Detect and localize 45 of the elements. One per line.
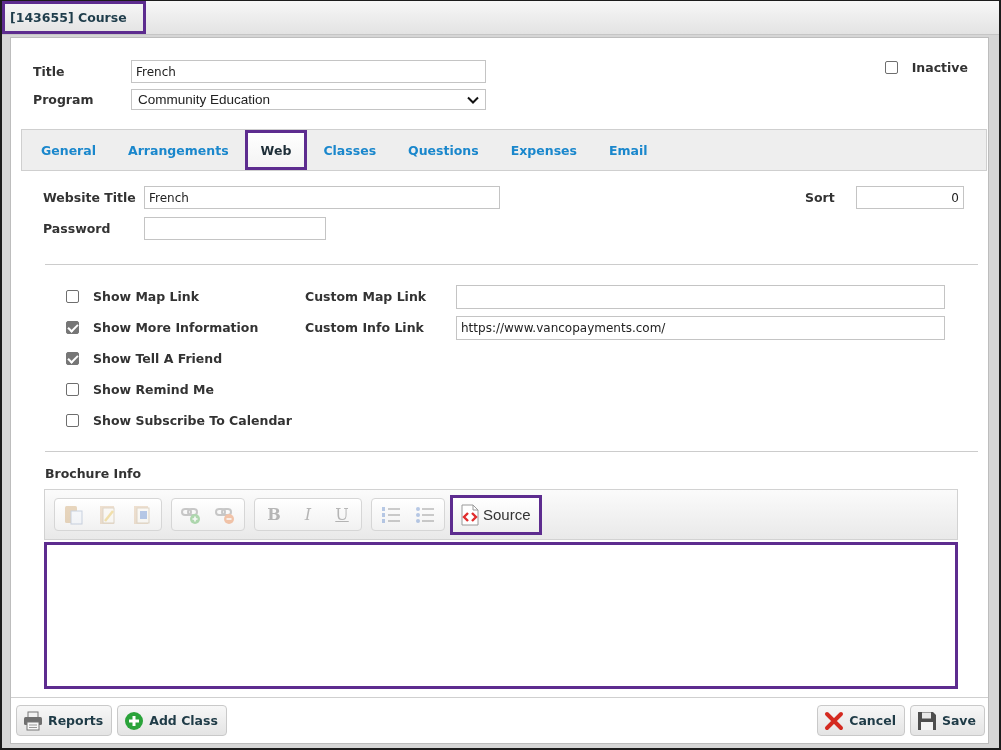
source-button[interactable]: Source xyxy=(450,494,542,535)
checkbox[interactable] xyxy=(66,414,79,427)
field-label: Title xyxy=(33,64,66,79)
field-label: Program xyxy=(33,92,95,107)
source-code-document-icon xyxy=(461,503,479,526)
window-title: [143655] Course xyxy=(2,1,146,34)
password-input[interactable] xyxy=(144,217,326,240)
plus-circle-icon xyxy=(124,710,145,731)
checkbox[interactable] xyxy=(66,352,79,365)
checkbox-label: Show More Information xyxy=(93,320,259,335)
checkbox[interactable] xyxy=(884,61,898,74)
numbered-list-icon xyxy=(381,504,401,525)
field-label: Custom Info Link xyxy=(305,320,425,335)
section-label: Brochure Info xyxy=(45,466,142,481)
close-icon xyxy=(824,710,845,731)
print-button[interactable]: Reports xyxy=(16,705,113,736)
checkbox[interactable] xyxy=(66,321,79,334)
field-label: Sort xyxy=(805,190,836,205)
checkbox-label: Show Subscribe To Calendar xyxy=(93,413,292,428)
checkbox-label: Inactive xyxy=(911,60,968,75)
checkbox-label: Show Tell A Friend xyxy=(93,351,223,366)
tab[interactable]: Web xyxy=(244,130,308,170)
program-select[interactable]: Community Education xyxy=(131,89,486,110)
rich-text-area[interactable] xyxy=(44,542,958,689)
checkbox[interactable] xyxy=(66,290,79,303)
checkbox[interactable] xyxy=(66,383,79,396)
checkbox-label: Show Remind Me xyxy=(93,382,214,397)
sort-input[interactable]: 0 xyxy=(856,186,964,209)
field-label: Custom Map Link xyxy=(305,289,428,304)
link-input[interactable]: https://www.vancopayments.com/ xyxy=(456,315,945,340)
document-icon xyxy=(132,504,152,525)
printer-icon xyxy=(23,710,43,731)
website-title-input[interactable]: French xyxy=(144,186,500,209)
save-button[interactable]: Save xyxy=(909,705,985,736)
field-label: Website Title xyxy=(43,190,137,205)
title-input[interactable]: French xyxy=(131,60,486,83)
cancel-button[interactable]: Cancel xyxy=(817,705,905,736)
link-input[interactable] xyxy=(456,284,945,309)
bulleted-list-icon xyxy=(415,504,435,525)
notepad-pencil-icon xyxy=(98,504,118,525)
add-button[interactable]: Add Class xyxy=(117,705,227,736)
clipboard-icon xyxy=(64,504,84,525)
checkbox-label: Show Map Link xyxy=(93,289,200,304)
chevron-down-icon xyxy=(467,95,479,104)
field-label: Password xyxy=(43,221,112,236)
